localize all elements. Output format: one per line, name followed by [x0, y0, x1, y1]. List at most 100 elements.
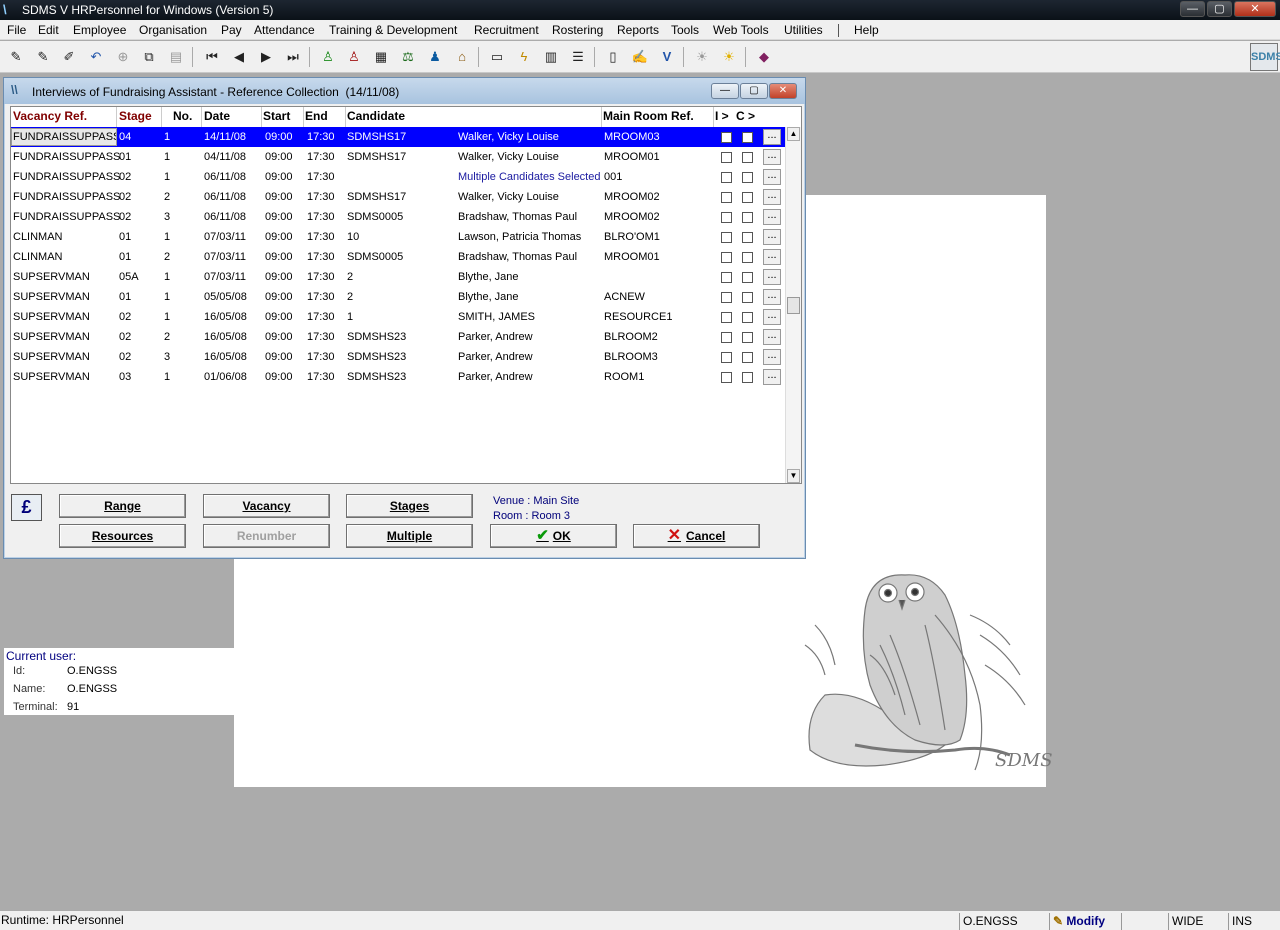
cell-end[interactable]: 17:30 — [307, 331, 335, 343]
last-record-icon[interactable]: ⏭ — [282, 46, 304, 68]
cell-candidate-name[interactable]: Blythe, Jane — [458, 291, 519, 303]
menu-reports[interactable]: Reports — [617, 23, 659, 37]
cell-candidate-name[interactable]: Walker, Vicky Louise — [458, 191, 559, 203]
cell-date[interactable]: 16/05/08 — [204, 351, 247, 363]
cell-candidate-name[interactable]: Walker, Vicky Louise — [458, 131, 559, 143]
dialog-minimize-button[interactable]: — — [711, 83, 739, 99]
menu-utilities[interactable]: Utilities — [784, 23, 823, 37]
cell-vacancy-ref[interactable]: SUPSERVMAN — [13, 351, 90, 363]
invite-checkbox[interactable] — [721, 132, 732, 143]
menu-recruitment[interactable]: Recruitment — [474, 23, 539, 37]
cell-main-room-ref[interactable]: BLROOM3 — [604, 351, 658, 363]
cell-candidate-name[interactable]: Parker, Andrew — [458, 331, 533, 343]
scales-icon[interactable]: ⚖ — [397, 46, 419, 68]
details-ellipsis-button[interactable]: ... — [763, 149, 781, 165]
dialog-maximize-button[interactable]: ▢ — [740, 83, 768, 99]
details-ellipsis-button[interactable]: ... — [763, 209, 781, 225]
cell-candidate-id[interactable]: 1 — [347, 311, 353, 323]
table-row[interactable]: SUPSERVMAN 03 1 01/06/08 09:00 17:30 SDMSHS23 P… — [11, 367, 787, 387]
cell-stage[interactable]: 02 — [119, 311, 131, 323]
menu-tools[interactable]: Tools — [671, 23, 699, 37]
report-icon[interactable]: ▯ — [602, 46, 624, 68]
cell-vacancy-ref[interactable]: SUPSERVMAN — [13, 271, 90, 283]
people-icon[interactable]: ♟ — [424, 46, 446, 68]
invite-checkbox[interactable] — [721, 172, 732, 183]
menu-organisation[interactable]: Organisation — [139, 23, 207, 37]
multiple-button[interactable]: Multiple — [346, 524, 473, 548]
cell-start[interactable]: 09:00 — [265, 251, 293, 263]
table-row[interactable]: FUNDRAISSUPPASS 04 1 14/11/08 09:00 17:30 SDMS… — [11, 127, 787, 147]
undo-icon[interactable]: ↶ — [85, 46, 107, 68]
cell-candidate-name[interactable]: Parker, Andrew — [458, 371, 533, 383]
cell-main-room-ref[interactable]: ROOM1 — [604, 371, 644, 383]
cell-stage[interactable]: 02 — [119, 171, 131, 183]
cell-vacancy-ref[interactable]: SUPSERVMAN — [13, 291, 90, 303]
building-icon[interactable]: ⌂ — [451, 46, 473, 68]
details-ellipsis-button[interactable]: ... — [763, 229, 781, 245]
cell-start[interactable]: 09:00 — [265, 331, 293, 343]
invite-checkbox[interactable] — [721, 372, 732, 383]
invite-checkbox[interactable] — [721, 332, 732, 343]
confirm-checkbox[interactable] — [742, 292, 753, 303]
details-ellipsis-button[interactable]: ... — [763, 169, 781, 185]
maximize-button[interactable]: ▢ — [1207, 1, 1232, 17]
details-ellipsis-button[interactable]: ... — [763, 349, 781, 365]
cell-stage[interactable]: 05A — [119, 271, 139, 283]
scroll-thumb[interactable] — [787, 297, 800, 314]
cell-date[interactable]: 06/11/08 — [204, 171, 246, 183]
cell-date[interactable]: 06/11/08 — [204, 191, 246, 203]
table-row[interactable]: FUNDRAISSUPPASS 02 3 06/11/08 09:00 17:30 SDMS… — [11, 207, 787, 227]
vacancy-button[interactable]: Vacancy — [203, 494, 330, 518]
vertical-scrollbar[interactable]: ▲ ▼ — [785, 127, 801, 483]
cell-main-room-ref[interactable]: BLROOM2 — [604, 331, 658, 343]
resources-button[interactable]: Resources — [59, 524, 186, 548]
cell-vacancy-ref[interactable]: FUNDRAISSUPPASS — [13, 151, 120, 163]
confirm-checkbox[interactable] — [742, 312, 753, 323]
cell-candidate-id[interactable]: 10 — [347, 231, 359, 243]
list-icon[interactable]: ☰ — [567, 46, 589, 68]
cell-end[interactable]: 17:30 — [307, 171, 335, 183]
cell-no[interactable]: 1 — [164, 371, 170, 383]
cell-no[interactable]: 2 — [164, 191, 170, 203]
confirm-checkbox[interactable] — [742, 272, 753, 283]
invite-checkbox[interactable] — [721, 352, 732, 363]
confirm-checkbox[interactable] — [742, 172, 753, 183]
confirm-checkbox[interactable] — [742, 192, 753, 203]
scroll-down-button[interactable]: ▼ — [787, 469, 800, 483]
col-i[interactable]: I > — [715, 109, 729, 123]
invite-checkbox[interactable] — [721, 232, 732, 243]
cell-start[interactable]: 09:00 — [265, 151, 293, 163]
cell-stage[interactable]: 02 — [119, 351, 131, 363]
col-main-room-ref[interactable]: Main Room Ref. — [603, 109, 694, 123]
confirm-checkbox[interactable] — [742, 232, 753, 243]
cell-candidate-id[interactable]: SDMS0005 — [347, 211, 403, 223]
cell-main-room-ref[interactable]: MROOM03 — [604, 131, 660, 143]
cell-stage[interactable]: 02 — [119, 211, 131, 223]
next-record-icon[interactable]: ▶ — [255, 46, 277, 68]
cell-candidate-id[interactable]: SDMS0005 — [347, 251, 403, 263]
invite-checkbox[interactable] — [721, 192, 732, 203]
cell-vacancy-ref[interactable]: SUPSERVMAN — [13, 371, 90, 383]
dialog-close-button[interactable]: ✕ — [769, 83, 797, 99]
confirm-checkbox[interactable] — [742, 332, 753, 343]
cell-no[interactable]: 1 — [164, 131, 170, 143]
cell-date[interactable]: 16/05/08 — [204, 311, 247, 323]
cell-no[interactable]: 1 — [164, 291, 170, 303]
cell-start[interactable]: 09:00 — [265, 131, 293, 143]
cell-no[interactable]: 1 — [164, 151, 170, 163]
cell-candidate-id[interactable]: SDMSHS17 — [347, 131, 406, 143]
dialog-title-bar[interactable]: \\ Interviews of Fundraising Assistant -… — [4, 78, 805, 104]
cell-end[interactable]: 17:30 — [307, 251, 335, 263]
cell-stage[interactable]: 01 — [119, 151, 131, 163]
table-row[interactable]: FUNDRAISSUPPASS 02 1 06/11/08 09:00 17:30 Mult… — [11, 167, 787, 187]
cell-vacancy-ref[interactable]: SUPSERVMAN — [13, 331, 90, 343]
previous-record-icon[interactable]: ◀ — [228, 46, 250, 68]
menu-rostering[interactable]: Rostering — [552, 23, 603, 37]
table-row[interactable]: SUPSERVMAN 02 1 16/05/08 09:00 17:30 1 SMITH, J… — [11, 307, 787, 327]
close-button[interactable]: ✕ — [1234, 1, 1276, 17]
table-row[interactable]: FUNDRAISSUPPASS 01 1 04/11/08 09:00 17:30 SDMS… — [11, 147, 787, 167]
cell-start[interactable]: 09:00 — [265, 371, 293, 383]
cell-end[interactable]: 17:30 — [307, 191, 335, 203]
cell-vacancy-ref[interactable]: CLINMAN — [13, 251, 63, 263]
lightning-icon[interactable]: ϟ — [513, 46, 535, 68]
